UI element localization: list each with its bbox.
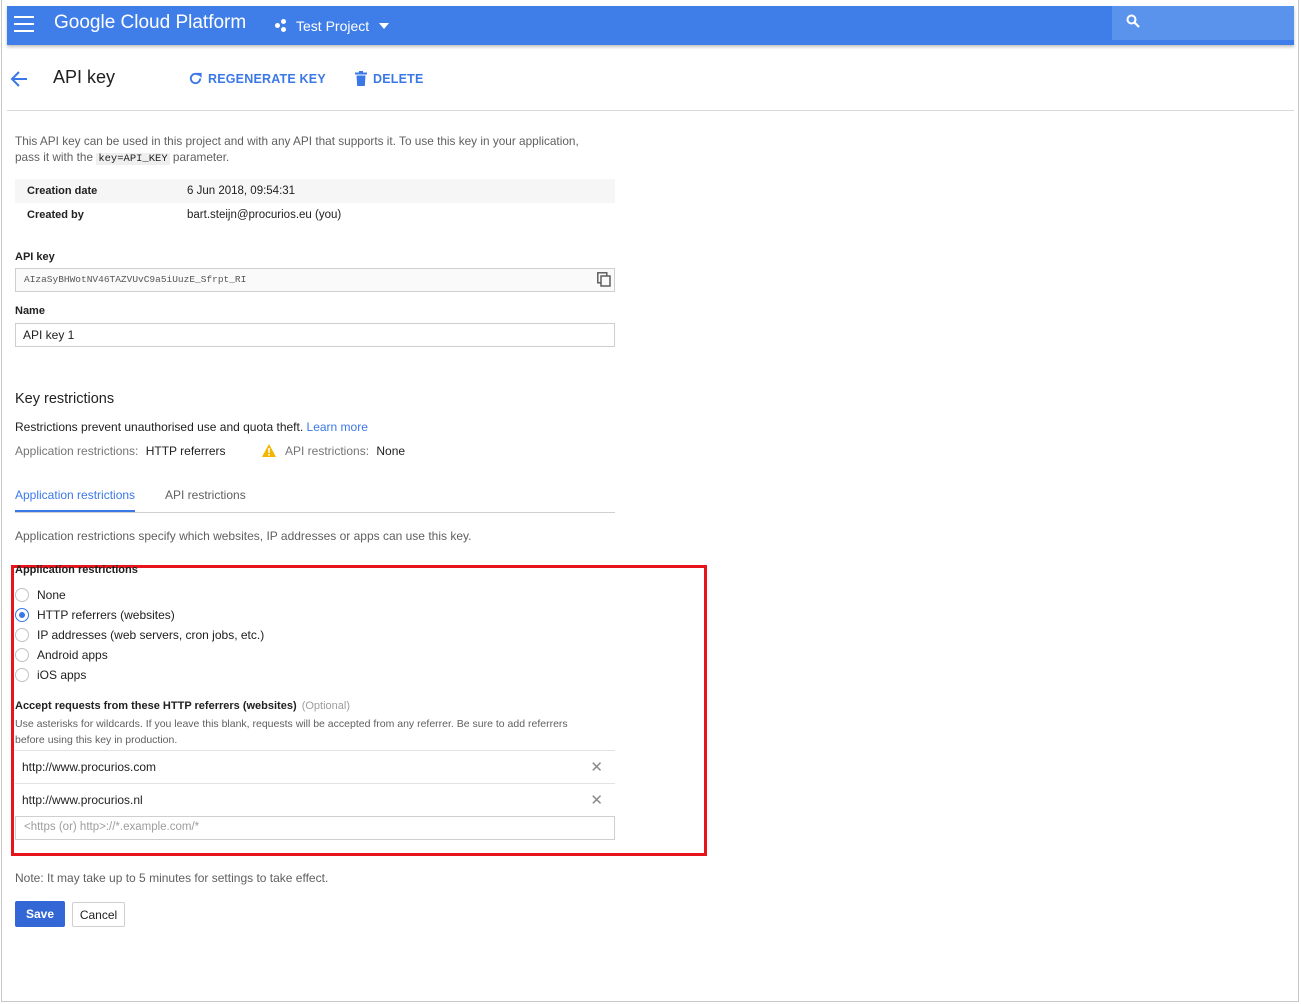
intro-line-2-prefix: pass it with the bbox=[15, 150, 97, 164]
radio-button-selected[interactable] bbox=[15, 608, 29, 622]
refresh-icon bbox=[189, 72, 202, 85]
back-arrow-icon[interactable] bbox=[10, 70, 28, 88]
radio-label-ios-apps: iOS apps bbox=[37, 668, 87, 682]
chevron-down-icon bbox=[379, 23, 390, 29]
close-icon[interactable]: ✕ bbox=[590, 758, 603, 776]
api-restrictions-summary-value: None bbox=[376, 444, 406, 458]
regenerate-key-button[interactable]: REGENERATE KEY bbox=[188, 71, 326, 86]
app-restrictions-description: Application restrictions specify which w… bbox=[15, 529, 472, 543]
referrers-help-line-1: Use asterisks for wildcards. If you leav… bbox=[15, 718, 568, 730]
project-name: Test Project bbox=[296, 18, 370, 34]
copy-icon[interactable] bbox=[597, 272, 611, 287]
radio-button[interactable] bbox=[15, 588, 29, 602]
app-restrictions-summary-label: Application restrictions: bbox=[15, 444, 139, 458]
cancel-button-label: Cancel bbox=[79, 907, 118, 922]
created-by-row: Created by bart.steijn@procurios.eu (you… bbox=[15, 203, 615, 227]
close-icon[interactable]: ✕ bbox=[590, 791, 603, 809]
save-button-label: Save bbox=[25, 907, 55, 921]
header-divider bbox=[7, 110, 1294, 111]
api-key-value: AIzaSyBHWotNV46TAZVUvC9a5iUuzE_Sfrpt_RI bbox=[24, 274, 247, 285]
hamburger-menu-icon[interactable] bbox=[14, 16, 34, 32]
learn-more-link[interactable]: Learn more bbox=[307, 420, 368, 434]
radio-button[interactable] bbox=[15, 668, 29, 682]
search-icon bbox=[1126, 14, 1140, 28]
list-item: http://www.procurios.com ✕ bbox=[15, 750, 615, 783]
intro-text: This API key can be used in this project… bbox=[15, 133, 615, 167]
name-value: API key 1 bbox=[23, 328, 75, 342]
restrictions-tabs: Application restrictions API restriction… bbox=[15, 487, 615, 513]
radio-button[interactable] bbox=[15, 648, 29, 662]
created-by-label: Created by bbox=[27, 209, 84, 221]
referrers-heading-text: Accept requests from these HTTP referrer… bbox=[15, 700, 297, 712]
propagation-note: Note: It may take up to 5 minutes for se… bbox=[15, 871, 329, 885]
api-key-field[interactable]: AIzaSyBHWotNV46TAZVUvC9a5iUuzE_Sfrpt_RI bbox=[15, 268, 615, 292]
radio-label-ip-addresses: IP addresses (web servers, cron jobs, et… bbox=[37, 628, 265, 642]
top-app-bar: Google Cloud Platform Test Project bbox=[7, 6, 1294, 45]
name-label: Name bbox=[15, 305, 45, 317]
restrictions-desc-text: Restrictions prevent unauthorised use an… bbox=[15, 420, 307, 434]
new-referrer-placeholder: <https (or) http>://*.example.com/* bbox=[24, 821, 200, 833]
page-title: API key bbox=[53, 67, 116, 87]
radio-button[interactable] bbox=[15, 628, 29, 642]
api-key-label: API key bbox=[15, 251, 55, 263]
creation-date-value: 6 Jun 2018, 09:54:31 bbox=[187, 185, 296, 197]
referrer-url[interactable]: http://www.procurios.com bbox=[22, 760, 156, 774]
radio-ios-apps[interactable]: iOS apps bbox=[15, 667, 86, 683]
project-selector[interactable]: Test Project bbox=[275, 15, 390, 37]
app-restrictions-summary: Application restrictions: HTTP referrers bbox=[15, 444, 226, 458]
list-item: http://www.procurios.nl ✕ bbox=[15, 783, 615, 816]
radio-label-http-referrers: HTTP referrers (websites) bbox=[37, 608, 175, 622]
cancel-button[interactable]: Cancel bbox=[72, 902, 125, 927]
created-by-value: bart.steijn@procurios.eu (you) bbox=[187, 209, 342, 221]
creation-date-label: Creation date bbox=[27, 185, 98, 197]
new-referrer-input[interactable]: <https (or) http>://*.example.com/* bbox=[15, 816, 615, 840]
referrers-help-text: Use asterisks for wildcards. If you leav… bbox=[15, 716, 568, 748]
app-restrictions-summary-value: HTTP referrers bbox=[145, 444, 226, 458]
trash-icon bbox=[355, 71, 367, 86]
radio-android-apps[interactable]: Android apps bbox=[15, 647, 108, 663]
api-restrictions-summary: API restrictions: None bbox=[285, 444, 405, 458]
intro-line-2-suffix: parameter. bbox=[169, 150, 230, 164]
tab-application-restrictions[interactable]: Application restrictions bbox=[15, 488, 136, 512]
delete-button[interactable]: DELETE bbox=[354, 71, 424, 86]
warning-icon bbox=[262, 444, 276, 457]
name-input[interactable]: API key 1 bbox=[15, 323, 615, 347]
brand-title[interactable]: Google Cloud Platform bbox=[54, 12, 246, 34]
project-dots-icon bbox=[275, 19, 289, 33]
key-metadata-table: Creation date 6 Jun 2018, 09:54:31 Creat… bbox=[15, 179, 615, 227]
search-input[interactable] bbox=[1112, 6, 1294, 40]
referrer-url[interactable]: http://www.procurios.nl bbox=[22, 793, 143, 807]
optional-hint: (Optional) bbox=[301, 700, 350, 712]
app-restrictions-heading: Application restrictions bbox=[15, 564, 138, 576]
delete-label: DELETE bbox=[373, 71, 424, 86]
intro-line-1: This API key can be used in this project… bbox=[15, 134, 579, 148]
referrers-heading: Accept requests from these HTTP referrer… bbox=[15, 700, 350, 712]
regenerate-key-label: REGENERATE KEY bbox=[208, 71, 326, 86]
api-restrictions-summary-label: API restrictions: bbox=[285, 444, 370, 458]
restrictions-description: Restrictions prevent unauthorised use an… bbox=[15, 420, 368, 434]
radio-ip-addresses[interactable]: IP addresses (web servers, cron jobs, et… bbox=[15, 627, 264, 643]
tab-api-restrictions[interactable]: API restrictions bbox=[165, 488, 246, 502]
referrers-help-line-2: before using this key in production. bbox=[15, 734, 178, 746]
radio-http-referrers[interactable]: HTTP referrers (websites) bbox=[15, 607, 175, 623]
radio-label-none: None bbox=[37, 588, 66, 602]
creation-date-row: Creation date 6 Jun 2018, 09:54:31 bbox=[15, 179, 615, 203]
key-restrictions-title: Key restrictions bbox=[15, 391, 115, 407]
radio-none[interactable]: None bbox=[15, 587, 66, 603]
radio-label-android-apps: Android apps bbox=[37, 648, 108, 662]
save-button[interactable]: Save bbox=[15, 901, 65, 927]
intro-code: key=API_KEY bbox=[96, 153, 170, 165]
